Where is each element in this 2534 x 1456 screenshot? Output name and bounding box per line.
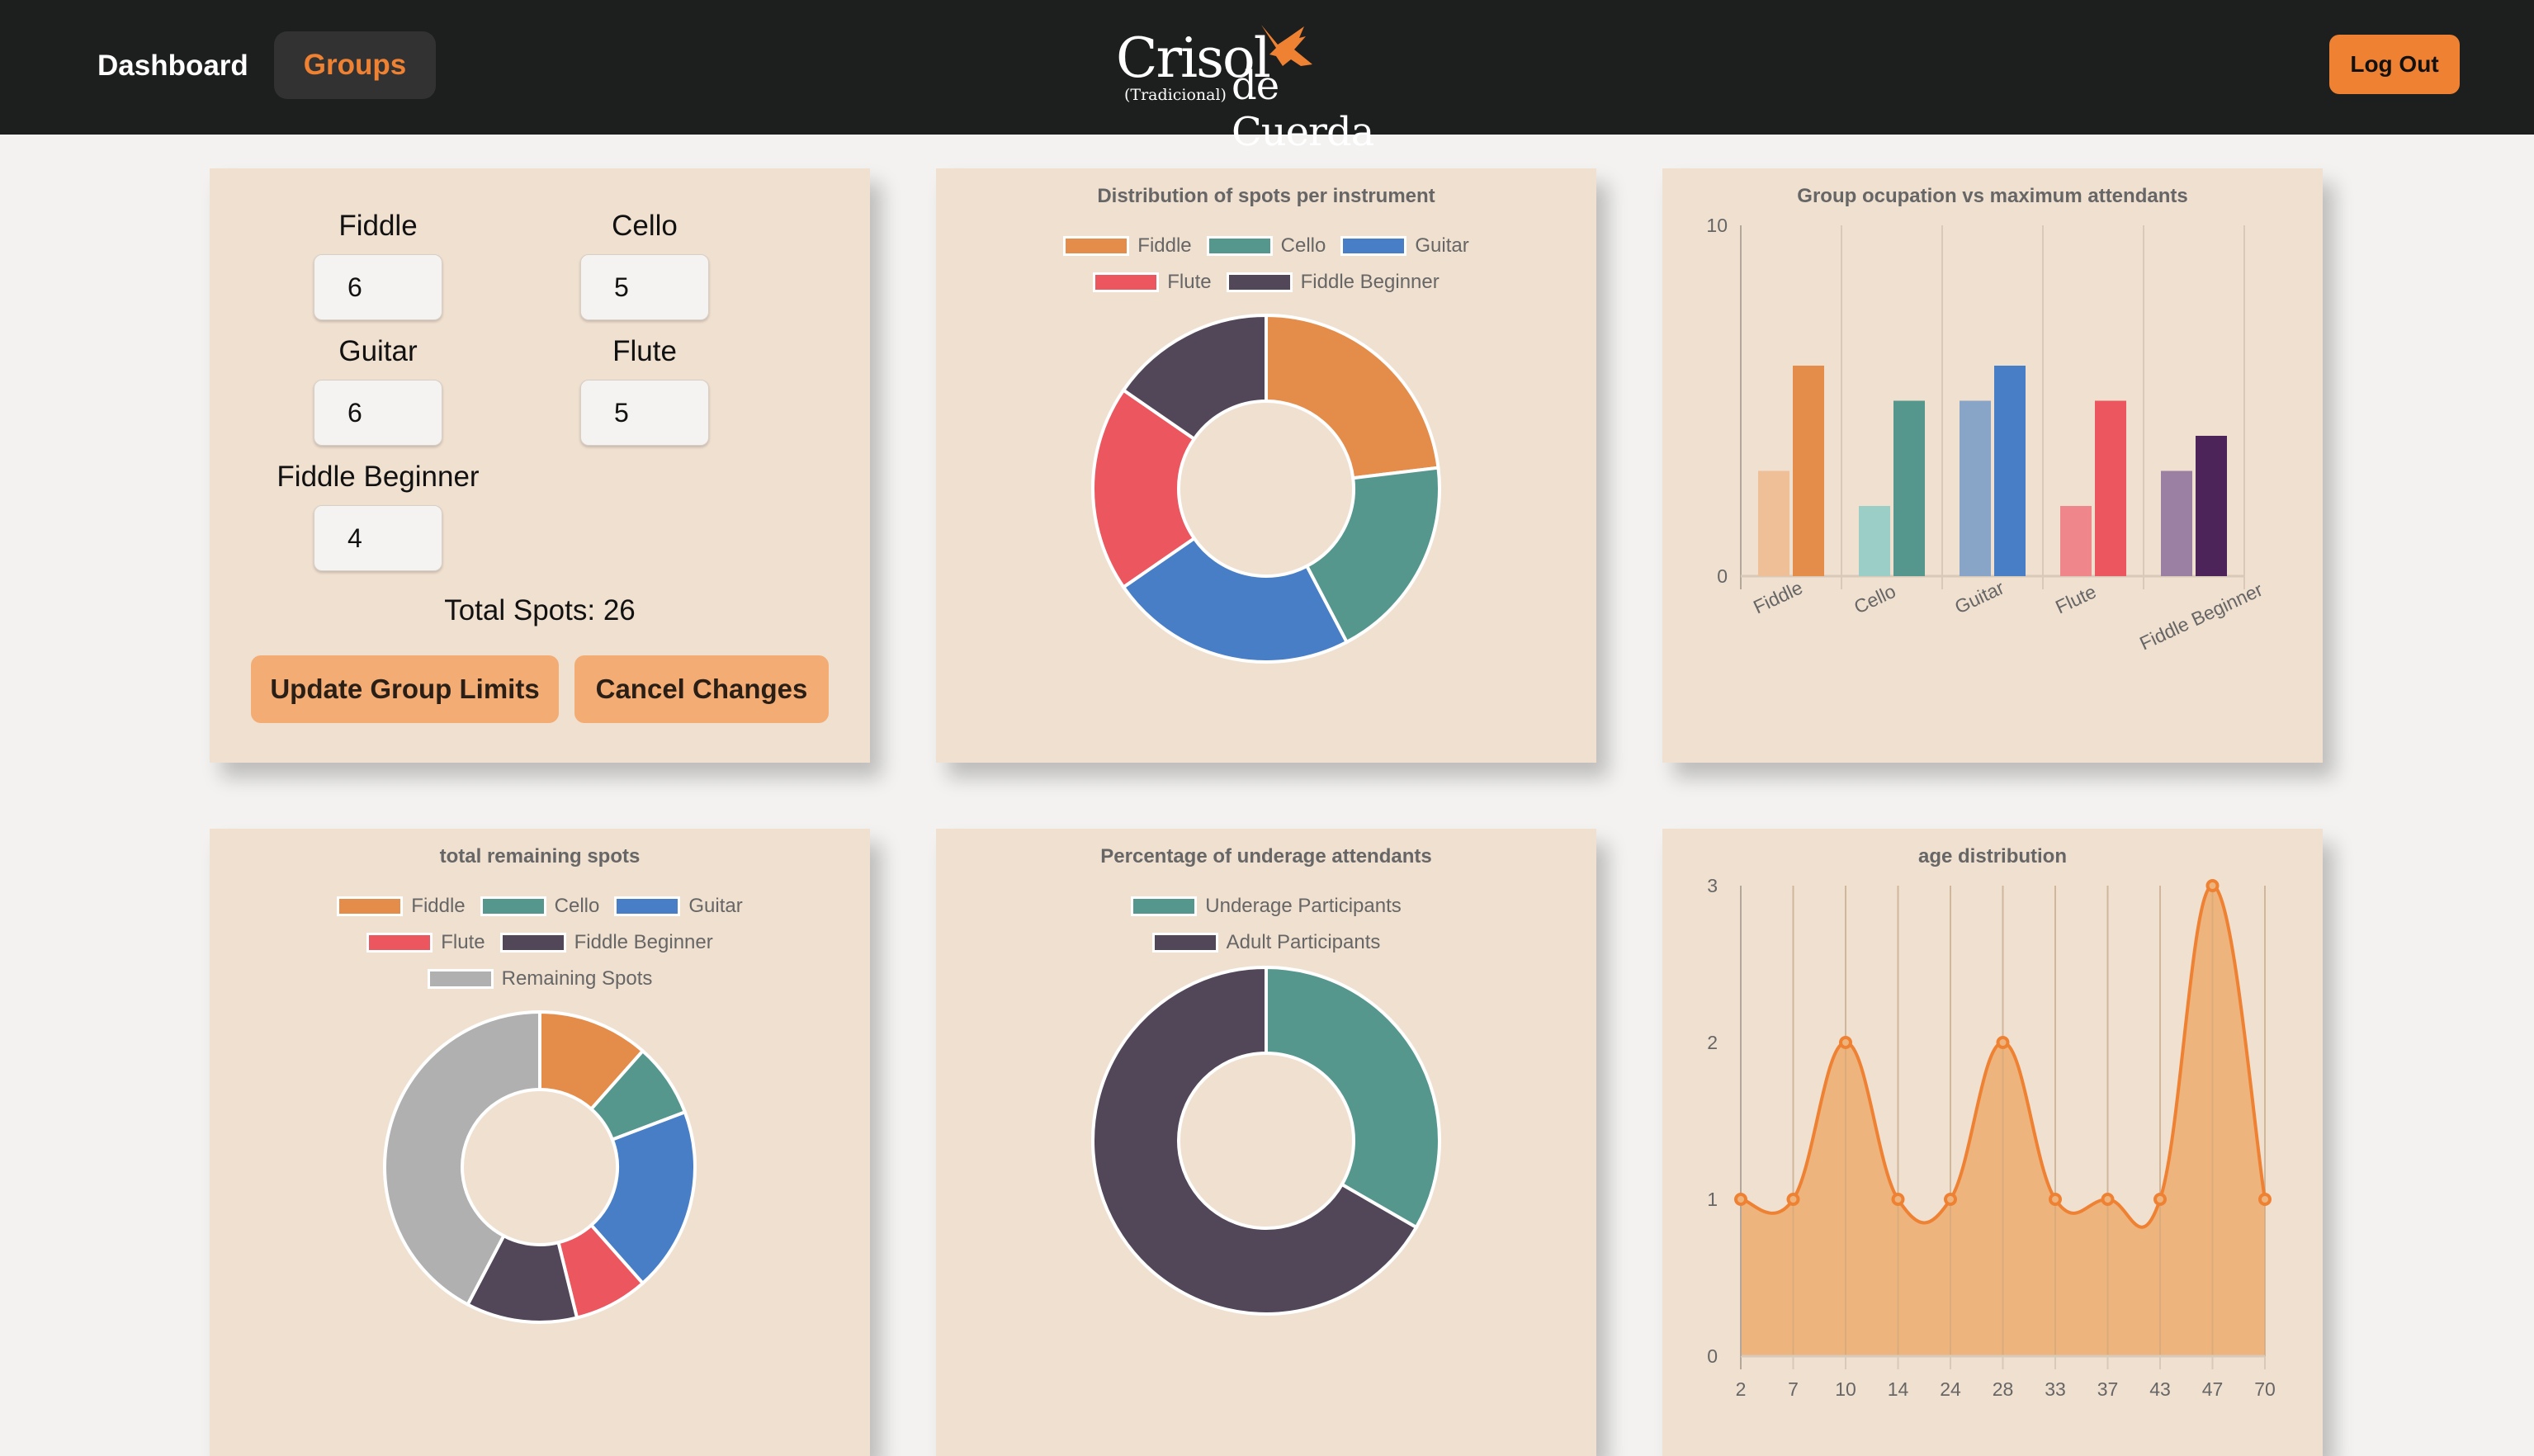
x-tick-label: Fiddle [1750,576,1806,617]
x-tick-label: 37 [2097,1378,2119,1400]
bar-maximum-guitar[interactable] [1994,366,2026,576]
x-tick-label: 14 [1888,1378,1909,1400]
field-label-fiddle-beginner: Fiddle Beginner [277,461,480,493]
nav-dashboard-link[interactable]: Dashboard [97,43,248,89]
x-tick-label: 10 [1835,1378,1856,1400]
field-label-guitar: Guitar [338,335,418,367]
bar-occupied-fiddle[interactable] [1758,470,1789,577]
bar-occupied-cello[interactable] [1859,506,1890,576]
x-tick-label: 24 [1940,1378,1961,1400]
distribution-chart-card: Distribution of spots per instrument Fid… [936,168,1596,763]
x-tick-label: Fiddle Beginner [2136,579,2266,655]
bar-maximum-fiddle-beginner[interactable] [2196,436,2227,576]
area-chart-age: 2 7 10 14 24 28 33 37 43 47 70 0 1 2 3 [1707,875,2276,1400]
update-group-limits-button[interactable]: Update Group Limits [251,655,559,723]
x-tick-label: 70 [2254,1378,2276,1400]
x-tick-label: Flute [2052,580,2099,617]
y-tick-label: 2 [1707,1032,1718,1053]
data-point-age-7[interactable] [1786,1193,1800,1206]
data-point-age-70[interactable] [2258,1193,2272,1206]
x-tick-label: 47 [2202,1378,2224,1400]
log-out-button[interactable]: Log Out [2329,35,2460,94]
bar-maximum-cello[interactable] [1893,400,1925,577]
y-tick-label: 10 [1706,215,1728,236]
bar-occupied-fiddle-beginner[interactable] [2161,470,2192,577]
bar-occupied-flute[interactable] [2060,506,2092,576]
top-nav-bar: Dashboard Groups Crisol (Tradicional) de… [0,0,2534,155]
crisol-de-cuerda-logo[interactable]: Crisol (Tradicional) de Cuerda [1114,23,1420,155]
fiddle-beginner-limit-input[interactable] [314,505,442,571]
fiddle-limit-input[interactable] [314,254,442,320]
data-point-age-14[interactable] [1891,1193,1905,1206]
age-distribution-chart-card: age distribution 2 7 10 14 24 28 33 37 43 47 70 0 1 2… [1662,829,2323,1456]
field-label-flute: Flute [612,335,677,367]
data-point-age-28[interactable] [1996,1036,2010,1049]
data-point-age-47[interactable] [2205,879,2220,892]
x-tick-label: 33 [2045,1378,2066,1400]
underage-chart-card: Percentage of underage attendants Undera… [936,829,1596,1456]
data-point-age-2[interactable] [1734,1193,1747,1206]
guitar-limit-input[interactable] [314,380,442,446]
occupation-bar-chart-card: Group ocupation vs maximum attendants 01… [1662,168,2323,763]
x-tick-label: Cello [1851,580,1898,618]
x-tick-label: 7 [1788,1378,1799,1400]
x-tick-label: 2 [1736,1378,1747,1400]
remaining-spots-chart-card: total remaining spots Fiddle Cello Guitar F… [210,829,870,1456]
y-tick-label: 0 [1707,1345,1718,1367]
flute-limit-input[interactable] [580,380,709,446]
cancel-changes-button[interactable]: Cancel Changes [574,655,829,723]
group-limits-form-card: Fiddle Cello Guitar Flute Fiddle Beginne… [210,168,870,763]
data-point-age-33[interactable] [2049,1193,2062,1206]
donut-slice-underage-participants[interactable] [1265,965,1441,1230]
donut-slice-fiddle[interactable] [1265,313,1440,480]
field-label-fiddle: Fiddle [338,210,418,242]
total-spots-label: Total Spots: 26 [444,594,636,626]
bar-occupied-guitar[interactable] [1960,400,1991,577]
y-tick-label: 0 [1717,565,1728,587]
bar-maximum-flute[interactable] [2095,400,2126,577]
bar-chart-occupation: 0 10 Fiddle Cello Guitar Flute Fiddle Beginner [1706,215,2266,655]
donut-chart-underage [1091,965,1441,1316]
x-tick-label: 43 [2149,1378,2171,1400]
y-tick-label: 1 [1707,1189,1718,1210]
logo-text-tradicional: (Tradicional) [1124,86,1227,104]
donut-chart-distribution [1091,313,1441,664]
field-label-cello: Cello [612,210,678,242]
data-point-age-24[interactable] [1944,1193,1957,1206]
y-tick-label: 3 [1707,875,1718,896]
x-tick-label: 28 [1993,1378,2014,1400]
donut-chart-remaining [383,1009,697,1324]
nav-groups-link[interactable]: Groups [274,31,436,99]
data-point-age-43[interactable] [2153,1193,2167,1206]
data-point-age-37[interactable] [2101,1193,2115,1206]
cello-limit-input[interactable] [580,254,709,320]
x-tick-label: Guitar [1951,576,2007,617]
data-point-age-10[interactable] [1839,1036,1852,1049]
bar-maximum-fiddle[interactable] [1793,366,1824,576]
bird-icon [1261,25,1312,66]
